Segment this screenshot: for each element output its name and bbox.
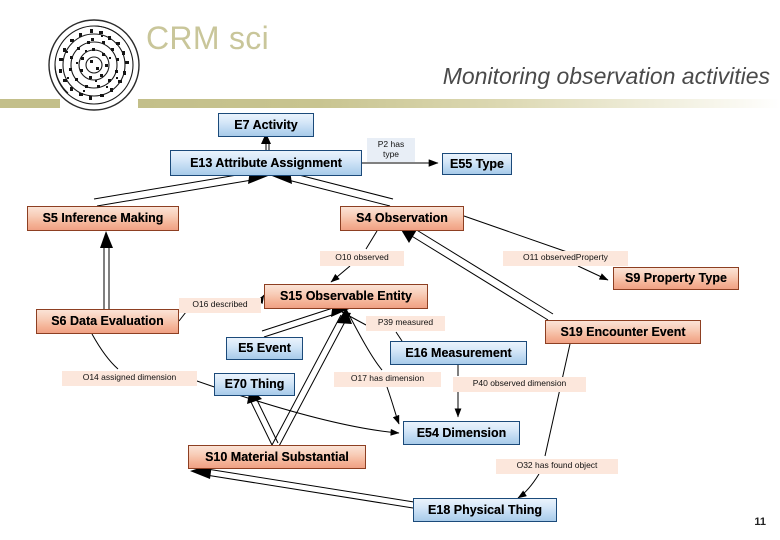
edge-label-o10: O10 observed — [320, 251, 404, 266]
edge-label-p2: P2 has type — [367, 138, 415, 162]
diagram-node-s19[interactable]: S19 Encounter Event — [545, 320, 701, 344]
diagram-node-e55[interactable]: E55 Type — [442, 153, 512, 175]
edge-label-o32: O32 has found object — [496, 459, 618, 474]
diagram-node-e7[interactable]: E7 Activity — [218, 113, 314, 137]
edge-label-o14: O14 assigned dimension — [62, 371, 197, 386]
diagram-node-s4[interactable]: S4 Observation — [340, 206, 464, 231]
edge-label-p40: P40 observed dimension — [453, 377, 586, 392]
edge-label-o16: O16 described — [179, 298, 261, 313]
diagram-node-s6[interactable]: S6 Data Evaluation — [36, 309, 179, 334]
diagram-node-s10[interactable]: S10 Material Substantial — [188, 445, 366, 469]
edge-isa-s6-s5 — [100, 231, 113, 309]
diagram-node-e54[interactable]: E54 Dimension — [403, 421, 520, 445]
diagram-node-s15[interactable]: S15 Observable Entity — [264, 284, 428, 309]
edge-prop-s4-s9 — [463, 215, 609, 281]
diagram-node-e18[interactable]: E18 Physical Thing — [413, 498, 557, 522]
edge-isa-e18-s10 — [190, 464, 415, 509]
diagram-node-e13[interactable]: E13 Attribute Assignment — [170, 150, 362, 176]
page-number: 11 — [754, 516, 766, 528]
edge-prop-s19-e18 — [517, 343, 571, 499]
edge-label-o11: O11 observedProperty — [503, 251, 628, 266]
diagram-node-e70[interactable]: E70 Thing — [214, 373, 295, 396]
slide-canvas: CRM sci Monitoring observation activitie… — [0, 0, 780, 540]
diagram-node-s5[interactable]: S5 Inference Making — [27, 206, 179, 231]
diagram-node-s9[interactable]: S9 Property Type — [613, 267, 739, 290]
edge-label-p39: P39 measured — [366, 316, 445, 331]
edge-isa-s10-e70 — [247, 388, 279, 446]
diagram-node-e16[interactable]: E16 Measurement — [390, 341, 527, 365]
edge-label-o17: O17 has dimension — [334, 372, 441, 387]
diagram-node-e5[interactable]: E5 Event — [226, 337, 303, 360]
